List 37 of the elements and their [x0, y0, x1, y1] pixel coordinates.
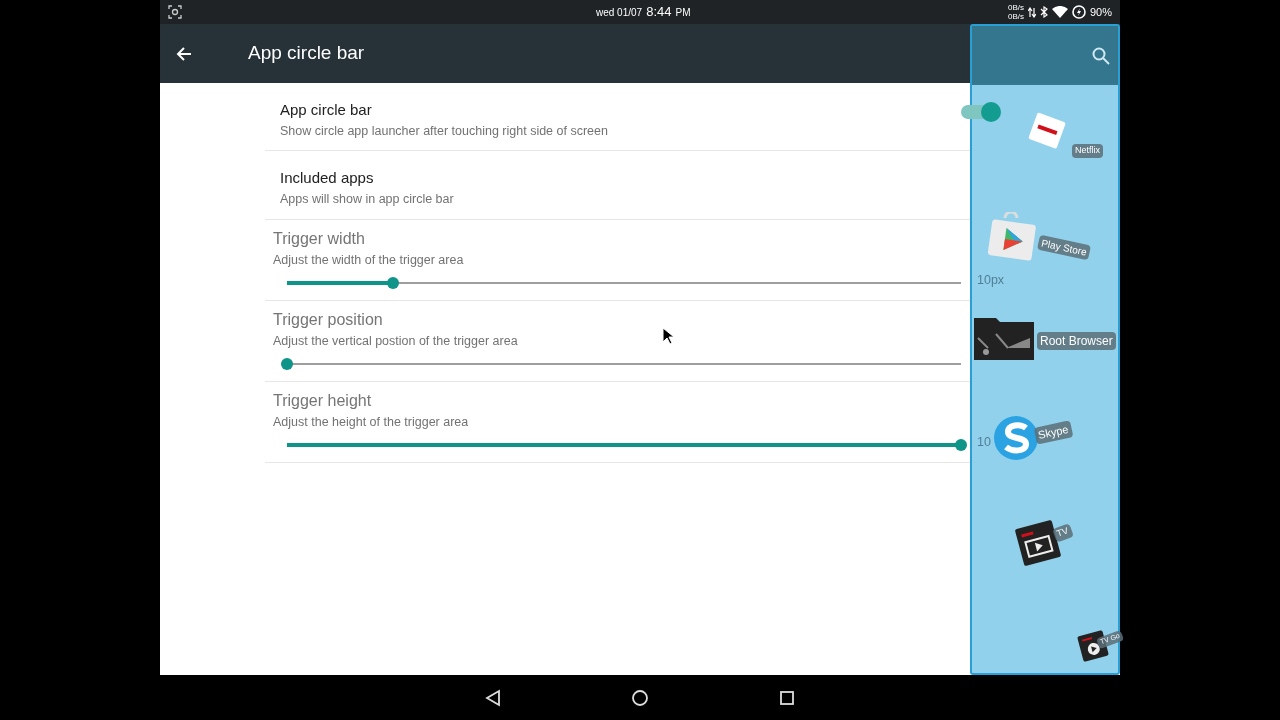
- app-label[interactable]: Skype: [1033, 420, 1073, 445]
- setting-description: Adjust the vertical postion of the trigger area: [273, 333, 518, 350]
- setting-title: Trigger width: [273, 229, 365, 249]
- ampm-text: PM: [675, 6, 691, 21]
- slider-thumb[interactable]: [281, 357, 293, 370]
- wifi-icon: [1051, 6, 1068, 18]
- mouse-pointer-icon: [662, 327, 674, 345]
- app-label[interactable]: Play Store: [1037, 234, 1092, 261]
- date-text: wed 01/07: [596, 6, 643, 21]
- setting-title: App circle bar: [280, 100, 372, 120]
- slider-value: 10px: [977, 272, 1005, 289]
- setting-title: Included apps: [280, 168, 374, 188]
- slider-thumb[interactable]: [386, 276, 399, 289]
- slider-thumb[interactable]: [955, 438, 967, 451]
- screenshot-icon: [168, 5, 182, 19]
- clock-text: 8:44: [646, 3, 672, 22]
- setting-title: Trigger position: [273, 310, 383, 330]
- net-speed-text: 0B/s: [1007, 12, 1024, 21]
- bluetooth-icon: [1039, 6, 1048, 18]
- setting-title: Trigger height: [273, 391, 372, 411]
- home-icon[interactable]: [631, 688, 649, 707]
- back-arrow-icon[interactable]: [176, 45, 192, 62]
- setting-description: Adjust the width of the trigger area: [273, 252, 464, 269]
- setting-description: Apps will show in app circle bar: [280, 190, 454, 208]
- app-label[interactable]: Netflix: [1072, 144, 1103, 158]
- search-icon[interactable]: [1092, 46, 1110, 65]
- screen-title: App circle bar: [248, 41, 365, 66]
- net-speed-text: 0B/s: [1007, 3, 1024, 12]
- recents-icon[interactable]: [779, 689, 795, 706]
- slider-value: 10: [977, 434, 991, 451]
- setting-description: Adjust the height of the trigger area: [273, 414, 469, 431]
- setting-description: Show circle app launcher after touching right side of screen: [280, 122, 608, 140]
- battery-text: 90%: [1089, 4, 1112, 20]
- back-icon[interactable]: [485, 688, 501, 707]
- data-arrows-icon: [1027, 6, 1036, 18]
- battery-icon: [1071, 5, 1086, 19]
- app-label[interactable]: Root Browser: [1037, 332, 1116, 350]
